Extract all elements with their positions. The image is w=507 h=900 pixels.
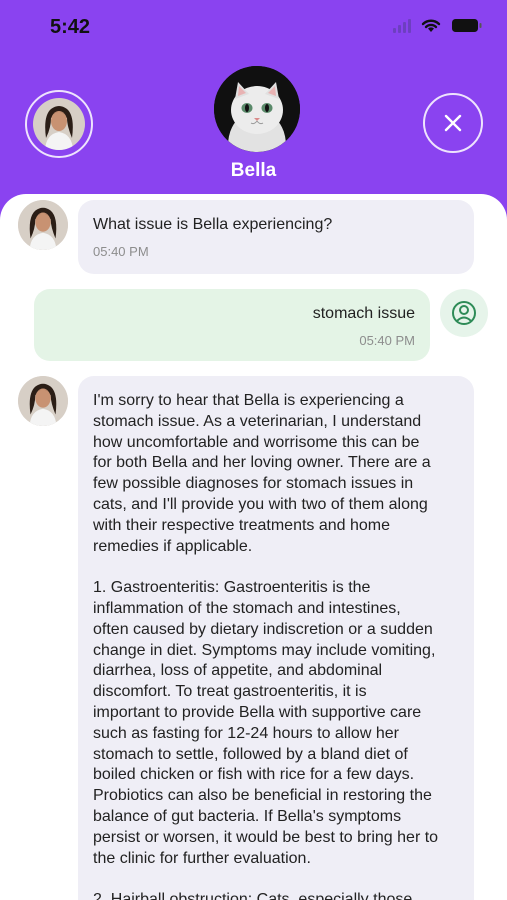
message-bubble: I'm sorry to hear that Bella is experien…: [78, 376, 474, 900]
message-time: 05:40 PM: [93, 244, 149, 259]
user-icon: [452, 301, 476, 325]
message-text: What issue is Bella experiencing?: [93, 216, 333, 233]
vet-avatar: [33, 98, 85, 150]
user-message-bubble: stomach issue 05:40 PM: [34, 289, 430, 361]
close-icon: [444, 114, 462, 132]
battery-icon: [452, 19, 482, 32]
user-avatar: [440, 289, 488, 337]
status-icons: [393, 18, 483, 33]
status-time: 5:42: [50, 16, 91, 38]
signal-icon: [393, 18, 411, 33]
vet-avatar-button[interactable]: [25, 90, 93, 158]
message-text: stomach issue: [312, 305, 415, 322]
wifi-icon: [421, 19, 441, 32]
pet-avatar: [214, 66, 300, 152]
close-button[interactable]: [423, 93, 483, 153]
chat-header: Bella: [0, 56, 507, 196]
pet-name: Bella: [230, 160, 277, 181]
vet-avatar: [18, 376, 68, 426]
vet-avatar: [18, 200, 68, 250]
message-bubble: What issue is Bella experiencing? 05:40 …: [78, 200, 474, 274]
status-bar: 5:42: [0, 0, 507, 56]
chat-area[interactable]: What issue is Bella experiencing? 05:40 …: [0, 194, 507, 900]
message-time: 05:40 PM: [359, 333, 415, 348]
